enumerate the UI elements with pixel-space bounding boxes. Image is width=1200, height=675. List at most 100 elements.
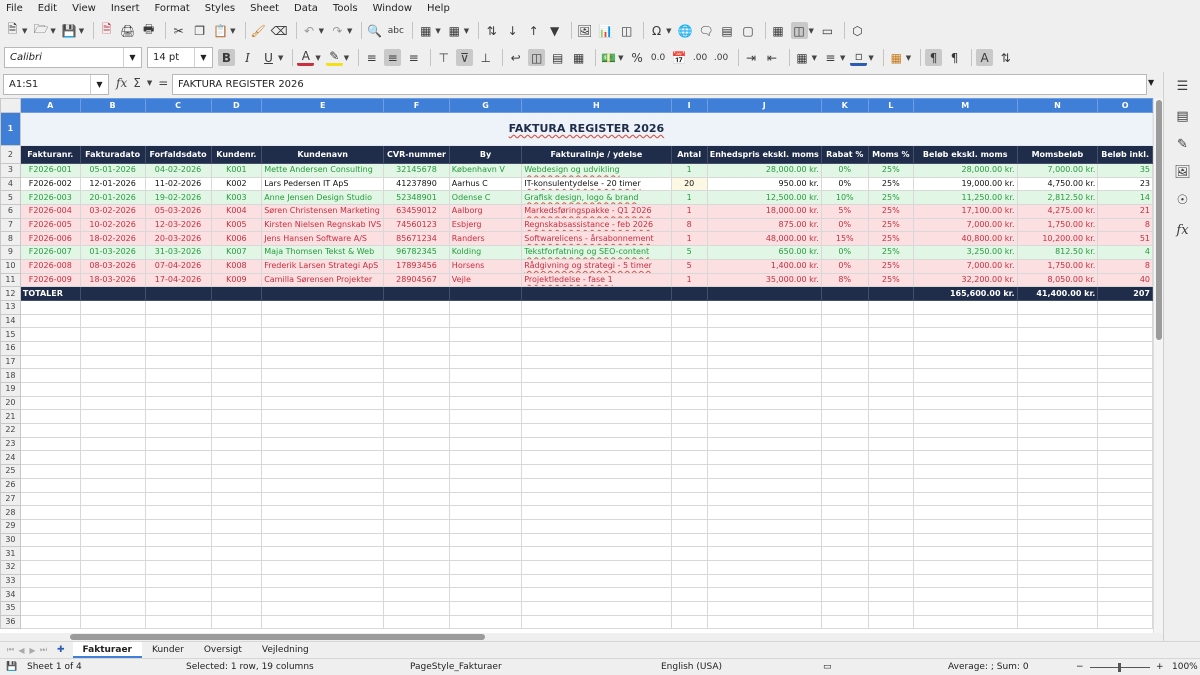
table-cell[interactable] bbox=[79, 368, 146, 383]
table-cell[interactable] bbox=[210, 395, 263, 411]
column-header[interactable]: N bbox=[1016, 98, 1099, 113]
table-cell[interactable] bbox=[79, 587, 146, 602]
table-column-header[interactable]: Moms % bbox=[867, 145, 914, 164]
spreadsheet-grid[interactable]: A B C D E F G H I J K L M N O 1 FAKTURA REGISTER 2026 2 Fa… bbox=[0, 98, 1153, 633]
table-cell[interactable] bbox=[383, 573, 450, 589]
table-cell[interactable] bbox=[79, 395, 146, 411]
first-sheet-icon[interactable]: ⏮ bbox=[5, 645, 16, 655]
menu-sheet[interactable]: Sheet bbox=[250, 3, 279, 14]
table-cell[interactable] bbox=[19, 587, 81, 602]
table-cell[interactable] bbox=[706, 518, 822, 534]
table-cell[interactable]: 32,200.00 kr. bbox=[912, 272, 1018, 288]
table-cell[interactable] bbox=[867, 327, 914, 342]
table-cell[interactable] bbox=[820, 395, 869, 411]
table-cell[interactable]: 7,000.00 kr. bbox=[912, 217, 1018, 233]
table-cell[interactable] bbox=[19, 601, 81, 616]
table-cell[interactable] bbox=[19, 477, 81, 493]
table-cell[interactable] bbox=[912, 409, 1018, 425]
delete-decimal-icon[interactable]: .00 bbox=[713, 49, 730, 66]
table-cell[interactable] bbox=[1097, 491, 1153, 507]
table-cell[interactable] bbox=[820, 423, 869, 438]
table-cell[interactable] bbox=[912, 491, 1018, 507]
table-cell[interactable] bbox=[1016, 546, 1099, 561]
merge-center-icon[interactable]: ◫ bbox=[528, 49, 546, 66]
table-cell[interactable] bbox=[867, 354, 914, 370]
row-dropdown-icon[interactable]: ▼ bbox=[435, 27, 440, 35]
table-cell[interactable]: 1,750.00 kr. bbox=[1016, 217, 1099, 233]
table-cell[interactable]: 25% bbox=[867, 258, 914, 274]
table-cell[interactable]: 19-02-2026 bbox=[144, 190, 212, 206]
row-header[interactable]: 14 bbox=[0, 313, 21, 329]
table-cell[interactable]: 51 bbox=[1097, 231, 1153, 247]
table-cell[interactable] bbox=[820, 587, 869, 602]
table-cell[interactable]: 25% bbox=[867, 163, 914, 178]
menu-help[interactable]: Help bbox=[427, 3, 450, 14]
table-cell[interactable] bbox=[867, 286, 914, 301]
table-cell[interactable]: 25% bbox=[867, 204, 914, 219]
table-cell[interactable] bbox=[19, 518, 81, 534]
table-cell[interactable] bbox=[210, 477, 263, 493]
row-header[interactable]: 23 bbox=[0, 436, 21, 452]
table-cell[interactable] bbox=[448, 327, 523, 342]
left-to-right-icon[interactable]: ¶ bbox=[925, 49, 943, 66]
table-cell[interactable] bbox=[19, 436, 81, 452]
table-cell[interactable] bbox=[19, 299, 81, 315]
table-cell[interactable] bbox=[670, 518, 708, 534]
table-cell[interactable] bbox=[210, 327, 263, 342]
table-cell[interactable] bbox=[261, 518, 385, 534]
table-cell[interactable]: 0% bbox=[820, 176, 869, 192]
copy-icon[interactable]: ❐ bbox=[191, 22, 208, 39]
table-cell[interactable]: 08-03-2026 bbox=[79, 258, 146, 274]
table-cell[interactable] bbox=[706, 299, 822, 315]
table-cell[interactable] bbox=[820, 546, 869, 561]
table-cell[interactable] bbox=[867, 464, 914, 479]
table-column-header[interactable]: Fakturanr. bbox=[19, 145, 81, 164]
table-cell[interactable] bbox=[912, 382, 1018, 397]
table-cell[interactable]: K005 bbox=[210, 217, 263, 233]
table-cell[interactable] bbox=[144, 299, 212, 315]
underline-dropdown-icon[interactable]: ▼ bbox=[278, 54, 283, 62]
table-cell[interactable] bbox=[261, 587, 385, 602]
table-cell[interactable] bbox=[867, 368, 914, 383]
menu-edit[interactable]: Edit bbox=[38, 3, 57, 14]
table-cell[interactable] bbox=[1016, 532, 1099, 548]
table-cell[interactable]: 20-01-2026 bbox=[79, 190, 146, 206]
table-cell[interactable] bbox=[670, 601, 708, 616]
column-header[interactable]: H bbox=[521, 98, 672, 113]
sum-dropdown-icon[interactable]: ▼ bbox=[147, 79, 152, 87]
table-cell[interactable] bbox=[867, 601, 914, 616]
column-header[interactable]: F bbox=[383, 98, 450, 113]
table-cell[interactable] bbox=[79, 423, 146, 438]
table-column-header[interactable]: By bbox=[448, 145, 523, 164]
table-cell[interactable] bbox=[448, 573, 523, 589]
table-cell[interactable] bbox=[867, 559, 914, 575]
row-header[interactable]: 19 bbox=[0, 382, 21, 397]
table-cell[interactable]: 63459012 bbox=[383, 204, 450, 219]
table-cell[interactable] bbox=[670, 423, 708, 438]
table-cell[interactable]: 25% bbox=[867, 231, 914, 247]
sheet-title[interactable]: FAKTURA REGISTER 2026 bbox=[19, 112, 1153, 146]
table-cell[interactable] bbox=[1097, 409, 1153, 425]
table-cell[interactable] bbox=[706, 286, 822, 301]
table-cell[interactable] bbox=[144, 464, 212, 479]
table-cell[interactable] bbox=[1097, 477, 1153, 493]
print-icon[interactable]: 🖨 bbox=[119, 22, 136, 39]
table-cell[interactable] bbox=[144, 532, 212, 548]
table-cell[interactable] bbox=[261, 299, 385, 315]
table-cell[interactable]: 1 bbox=[670, 190, 708, 206]
table-cell[interactable] bbox=[144, 395, 212, 411]
table-cell[interactable]: 8,050.00 kr. bbox=[1016, 272, 1099, 288]
table-cell[interactable]: 18-02-2026 bbox=[79, 231, 146, 247]
table-cell[interactable] bbox=[706, 423, 822, 438]
table-cell[interactable] bbox=[670, 559, 708, 575]
table-cell[interactable] bbox=[79, 436, 146, 452]
comment-icon[interactable]: 🗨 bbox=[698, 22, 715, 39]
table-cell[interactable] bbox=[706, 573, 822, 589]
table-cell[interactable]: 1,750.00 kr. bbox=[1016, 258, 1099, 274]
table-cell[interactable] bbox=[867, 409, 914, 425]
total-excl-moms[interactable]: 165,600.00 kr. bbox=[912, 286, 1018, 301]
table-cell[interactable] bbox=[912, 573, 1018, 589]
table-cell[interactable] bbox=[1016, 382, 1099, 397]
table-cell[interactable] bbox=[144, 477, 212, 493]
special-character-icon[interactable]: Ω bbox=[648, 22, 665, 39]
